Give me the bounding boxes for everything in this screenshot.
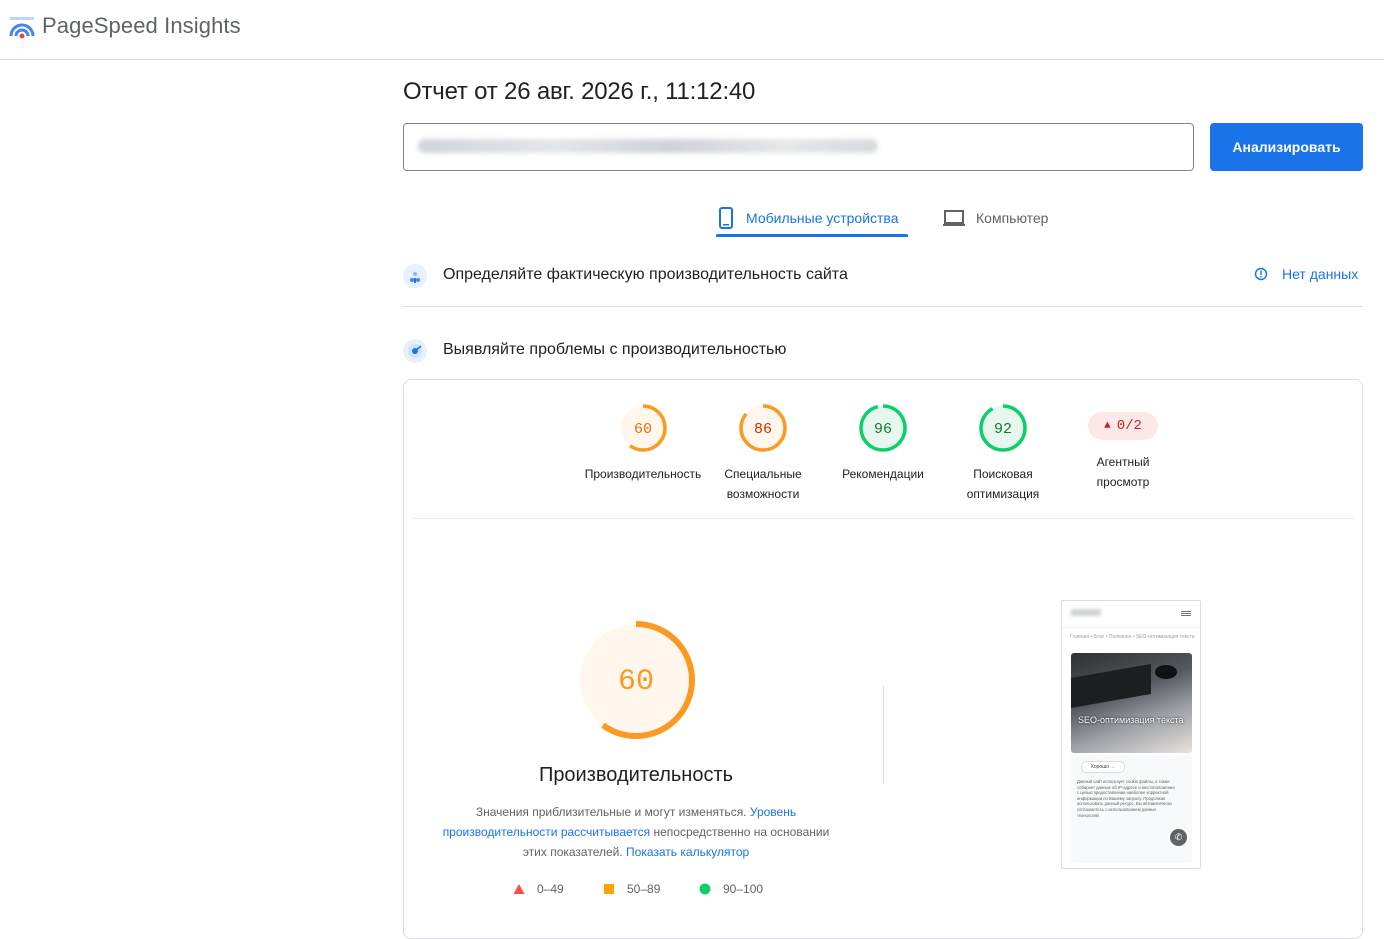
gauge-accessibility[interactable]: 86 Специальные возможности [701,402,825,504]
analyze-button[interactable]: Анализировать [1210,123,1363,171]
active-tab-indicator [716,234,908,237]
legend-fail: 0–49 [513,882,564,896]
show-calculator-link[interactable]: Показать калькулятор [626,845,749,859]
pagespeed-logo-icon[interactable] [8,14,36,40]
gauge-performance-label-line1: Производительность [584,467,702,481]
gauge-seo-label-line2: оптимизация [966,487,1040,501]
gauge-seo[interactable]: 92 Поисковая оптимизация [941,402,1065,504]
legend-pass-range: 90–100 [723,882,764,896]
legend-pass: 90–100 [699,882,763,896]
agentic-label-line1: Агентный [1096,455,1150,469]
gauge-seo-score: 92 [994,421,1012,438]
screenshot-logo [1071,609,1101,616]
mouse-shape [1155,665,1177,679]
performance-main-score: 60 [618,665,654,699]
screenshot-ok-label: Хорошо [1090,764,1110,770]
gauge-best-practices-score: 96 [874,421,892,438]
lab-data-icon [403,339,427,363]
screenshot-cookie-card: Хорошо → Данный сайт использует cookie ф… [1071,755,1192,863]
fail-triangle-icon [513,884,525,894]
desc-text-1: Значения приблизительные и могут изменят… [475,805,747,819]
app-title[interactable]: PageSpeed Insights [42,13,241,39]
average-square-icon [604,884,614,894]
gauge-performance[interactable]: 60 Производительность [581,402,705,484]
keyboard-shape [1071,663,1151,709]
gauge-seo-label-line1: Поисковая [973,467,1033,481]
vertical-divider [883,686,884,784]
agentic-label-line2: просмотр [1096,475,1150,489]
pass-circle-icon [699,883,711,895]
tab-desktop[interactable]: Компьютер [942,198,1048,238]
gauge-best-practices-label-line1: Рекомендации [842,467,924,481]
performance-main-gauge: 60 [577,621,695,739]
tab-mobile-label: Мобильные устройства [746,210,899,226]
report-title: Отчет от 26 авг. 2026 г., 11:12:40 [403,78,756,105]
screenshot-cookie-text: Данный сайт использует cookie файлы, а т… [1077,779,1175,818]
gauge-accessibility-label-line1: Специальные [724,467,802,481]
field-data-title: Определяйте фактическую производительнос… [443,266,848,283]
legend-fail-range: 0–49 [537,882,564,896]
gauge-accessibility-ring: 86 [739,404,787,452]
gauge-performance-ring: 60 [619,404,667,452]
screenshot-hero-image: SEO-оптимизация текста [1071,653,1192,753]
info-icon [1254,267,1268,281]
smartphone-icon [719,207,733,229]
tab-mobile[interactable]: Мобильные устройства [716,198,899,238]
legend-average: 50–89 [603,882,660,896]
gauge-seo-ring: 92 [979,404,1027,452]
no-data-link[interactable]: Нет данных [1254,266,1358,282]
blurred-url [418,139,878,153]
laptop-icon [943,210,965,226]
menu-icon [1181,611,1191,612]
gauge-accessibility-label-line2: возможности [726,487,800,501]
performance-title: Производительность [538,764,734,786]
screenshot-hero-title: SEO-оптимизация текста [1078,715,1184,725]
agentic-score: 0/2 [1116,418,1142,434]
warning-triangle-icon: ▲ [1104,420,1111,432]
screenshot-header [1062,601,1200,628]
gauge-agentic[interactable]: ▲ 0/2 Агентный просмотр [1061,402,1185,492]
legend-average-range: 50–89 [627,882,661,896]
screenshot-breadcrumb: Главная • Блог • Полезное • SEO-оптимиза… [1070,634,1195,640]
gauge-accessibility-score: 86 [754,421,772,438]
lab-data-title: Выявляйте проблемы с производительностью [443,341,787,358]
gauge-best-practices-ring: 96 [859,404,907,452]
phone-call-icon: ✆ [1170,829,1187,846]
gauge-best-practices[interactable]: 96 Рекомендации [821,402,945,484]
section-divider [403,306,1363,307]
screenshot-ok-button: Хорошо → [1081,761,1125,773]
no-data-label: Нет данных [1282,266,1359,282]
page-screenshot[interactable]: Главная • Блог • Полезное • SEO-оптимиза… [1061,600,1201,869]
panel-divider [412,518,1354,519]
agentic-badge: ▲ 0/2 [1088,412,1158,440]
field-data-icon [403,264,427,288]
tab-desktop-label: Компьютер [976,210,1049,226]
performance-description: Значения приблизительные и могут изменят… [436,802,836,862]
gauge-performance-score: 60 [634,421,652,438]
